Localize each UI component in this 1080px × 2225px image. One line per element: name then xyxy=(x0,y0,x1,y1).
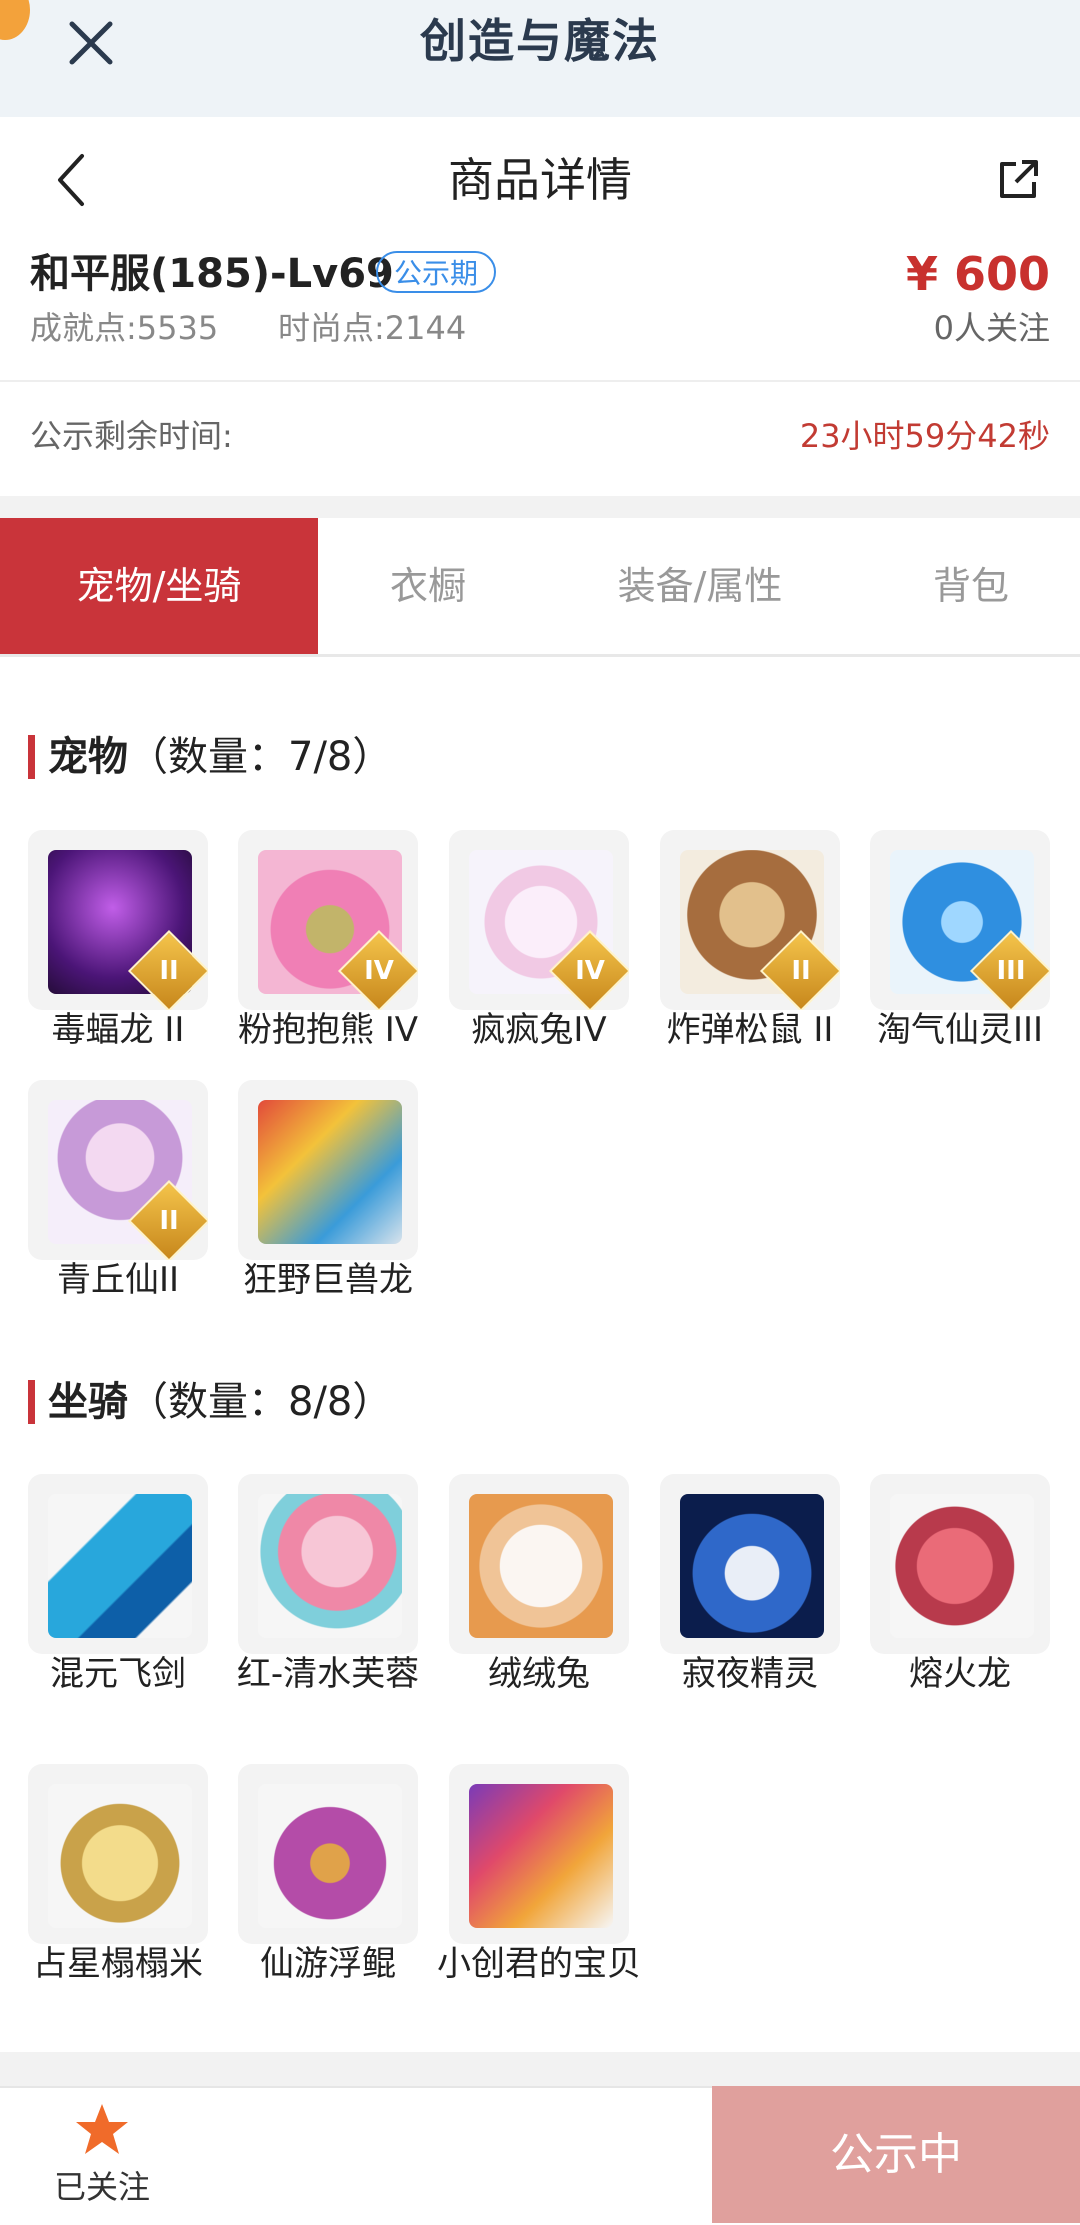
pet-name: 粉抱抱熊 IV xyxy=(237,1010,419,1050)
mount-image xyxy=(258,1784,402,1928)
mount-name: 占星榻榻米 xyxy=(33,1944,203,1984)
mount-image xyxy=(890,1494,1034,1638)
fashion-points: 时尚点:2144 xyxy=(278,306,466,350)
mount-image xyxy=(469,1494,613,1638)
countdown-value: 23小时59分42秒 xyxy=(799,417,1050,455)
pets-section-title: 宠物（数量：7/8） xyxy=(48,729,392,785)
mount-name: 仙游浮鲲 xyxy=(260,1944,396,1984)
mount-image xyxy=(48,1494,192,1638)
mount-card[interactable] xyxy=(28,1764,208,1944)
app-title: 创造与魔法 xyxy=(420,14,660,68)
mount-name: 熔火龙 xyxy=(909,1654,1011,1694)
mount-image xyxy=(469,1784,613,1928)
section-marker xyxy=(28,735,35,779)
tab-pets-mounts[interactable]: 宠物/坐骑 xyxy=(0,518,318,654)
mounts-title: 坐骑 xyxy=(48,1379,128,1425)
pet-card[interactable]: II xyxy=(28,1080,208,1260)
pet-card[interactable]: IV xyxy=(449,830,629,1010)
star-icon[interactable] xyxy=(72,2100,132,2160)
pets-title: 宠物 xyxy=(48,734,128,780)
mount-image xyxy=(48,1784,192,1928)
achievement-value: 5535 xyxy=(136,309,219,347)
tab-bar: 宠物/坐骑 衣橱 装备/属性 背包 xyxy=(0,518,1080,657)
share-icon[interactable] xyxy=(996,158,1040,202)
mount-card[interactable] xyxy=(449,1764,629,1944)
pet-name: 狂野巨兽龙 xyxy=(243,1260,413,1300)
mount-name: 红-清水芙蓉 xyxy=(236,1654,420,1694)
mount-name: 混元飞剑 xyxy=(50,1654,186,1694)
mount-card[interactable] xyxy=(238,1474,418,1654)
pet-name: 疯疯兔IV xyxy=(471,1010,607,1050)
tab-bag[interactable]: 背包 xyxy=(862,518,1080,654)
mount-card[interactable] xyxy=(660,1474,840,1654)
fashion-label: 时尚点: xyxy=(278,309,385,347)
pet-name: 毒蝠龙 II xyxy=(51,1010,185,1050)
pet-name: 炸弹松鼠 II xyxy=(666,1010,834,1050)
achievement-points: 成就点:5535 xyxy=(30,306,218,350)
mount-card[interactable] xyxy=(238,1764,418,1944)
mount-name: 寂夜精灵 xyxy=(682,1654,818,1694)
page-title: 商品详情 xyxy=(448,153,632,207)
pet-card[interactable]: III xyxy=(870,830,1050,1010)
pet-card[interactable]: II xyxy=(28,830,208,1010)
mounts-count: （数量：8/8） xyxy=(128,1379,393,1425)
pet-name: 青丘仙II xyxy=(56,1260,180,1300)
countdown-label: 公示剩余时间: xyxy=(30,417,233,455)
tab-wardrobe[interactable]: 衣橱 xyxy=(318,518,538,654)
status-badge: 公示期 xyxy=(376,251,497,293)
price: ¥ 600 xyxy=(905,247,1050,301)
follow-button[interactable]: 已关注 xyxy=(50,2162,154,2208)
mount-card[interactable] xyxy=(28,1474,208,1654)
mount-image xyxy=(258,1494,402,1638)
section-gap xyxy=(0,496,1080,518)
achievement-label: 成就点: xyxy=(30,309,137,347)
pet-image xyxy=(258,1100,402,1244)
mount-card[interactable] xyxy=(449,1474,629,1654)
pets-count: （数量：7/8） xyxy=(128,734,393,780)
fashion-value: 2144 xyxy=(384,309,467,347)
divider xyxy=(0,380,1080,382)
pet-card[interactable] xyxy=(238,1080,418,1260)
pet-name: 淘气仙灵III xyxy=(876,1010,1044,1050)
section-gap xyxy=(0,2052,1080,2086)
mounts-section-title: 坐骑（数量：8/8） xyxy=(48,1374,392,1430)
mount-name: 小创君的宝贝 xyxy=(437,1944,641,1984)
mount-image xyxy=(680,1494,824,1638)
status-button[interactable]: 公示中 xyxy=(712,2086,1080,2223)
pet-card[interactable]: II xyxy=(660,830,840,1010)
section-marker xyxy=(28,1380,35,1424)
mount-card[interactable] xyxy=(870,1474,1050,1654)
item-name: 和平服(185)-Lv69 xyxy=(30,251,394,297)
follower-count: 0人关注 xyxy=(933,309,1050,347)
mount-name: 绒绒兔 xyxy=(488,1654,590,1694)
tab-equipment[interactable]: 装备/属性 xyxy=(538,518,862,654)
pet-card[interactable]: IV xyxy=(238,830,418,1010)
